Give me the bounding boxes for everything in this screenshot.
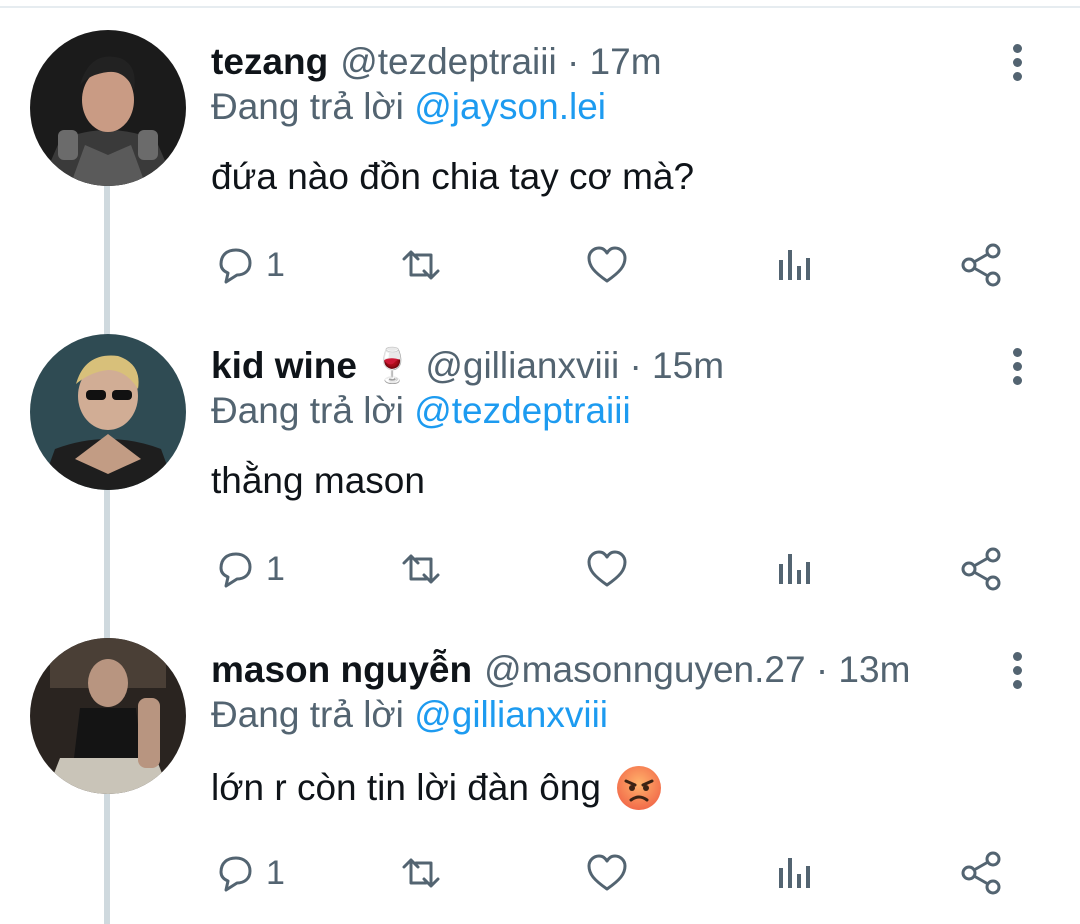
tweet-text-content: lớn r còn tin lời đàn ông — [211, 767, 601, 808]
views-button[interactable] — [772, 544, 818, 594]
share-button[interactable] — [958, 848, 1004, 898]
replying-prefix: Đang trả lời — [211, 86, 415, 127]
heart-icon — [587, 550, 627, 587]
reply-mention-link[interactable]: @gillianxviii — [414, 694, 608, 735]
tweet-header: mason nguyễn @masonnguyen.27 · 13m — [211, 646, 910, 694]
action-bar: 1 — [0, 544, 1080, 594]
share-icon — [961, 851, 1001, 895]
share-icon — [961, 547, 1001, 591]
tweet-header: kid wine 🍷 @gillianxviii · 15m — [211, 342, 724, 390]
reply-count: 1 — [266, 853, 285, 892]
reply-icon — [219, 856, 252, 892]
share-button[interactable] — [958, 240, 1004, 290]
analytics-icon — [779, 858, 810, 888]
heart-icon — [587, 246, 627, 283]
tweet-text: đứa nào đồn chia tay cơ mà? — [211, 156, 694, 198]
avatar[interactable] — [30, 30, 186, 186]
replying-prefix: Đang trả lời — [211, 694, 415, 735]
views-button[interactable] — [772, 240, 818, 290]
tweet-header: tezang @tezdeptraiii · 17m — [211, 38, 662, 86]
reply-button[interactable]: 1 — [212, 848, 285, 898]
handle-and-time[interactable]: @gillianxviii · 15m — [425, 345, 724, 387]
tweet[interactable]: kid wine 🍷 @gillianxviii · 15m Đang trả … — [0, 304, 1080, 604]
avatar[interactable] — [30, 334, 186, 490]
display-name[interactable]: kid wine — [211, 345, 357, 387]
tweet-text: lớn r còn tin lời đàn ông — [211, 764, 663, 812]
display-name[interactable]: tezang — [211, 41, 328, 83]
avatar[interactable] — [30, 638, 186, 794]
analytics-icon — [779, 554, 810, 584]
handle-and-time[interactable]: @tezdeptraiii · 17m — [340, 41, 661, 83]
retweet-icon — [402, 554, 440, 584]
tweet-text: thằng mason — [211, 460, 425, 502]
like-button[interactable] — [584, 544, 630, 594]
retweet-button[interactable] — [398, 848, 444, 898]
tweet-text-content: đứa nào đồn chia tay cơ mà? — [211, 156, 695, 197]
retweet-icon — [402, 858, 440, 888]
more-options-icon[interactable] — [1000, 342, 1034, 390]
analytics-icon — [779, 250, 810, 280]
share-icon — [961, 243, 1001, 287]
display-name[interactable]: mason nguyễn — [211, 649, 472, 691]
wine-glass-emoji: 🍷 — [370, 347, 414, 385]
heart-icon — [587, 854, 627, 891]
replying-prefix: Đang trả lời — [211, 390, 415, 431]
retweet-button[interactable] — [398, 240, 444, 290]
like-button[interactable] — [584, 848, 630, 898]
tweet[interactable]: mason nguyễn @masonnguyen.27 · 13m Đang … — [0, 608, 1080, 908]
action-bar: 1 — [0, 848, 1080, 898]
reply-button[interactable]: 1 — [212, 544, 285, 594]
reply-count: 1 — [266, 549, 285, 588]
replying-to: Đang trả lời @jayson.lei — [211, 86, 606, 128]
reply-mention-link[interactable]: @jayson.lei — [414, 86, 606, 127]
reply-mention-link[interactable]: @tezdeptraiii — [414, 390, 631, 431]
replying-to: Đang trả lời @tezdeptraiii — [211, 390, 631, 432]
action-bar: 1 — [0, 240, 1080, 290]
handle-and-time[interactable]: @masonnguyen.27 · 13m — [484, 649, 910, 691]
retweet-icon — [402, 250, 440, 280]
like-button[interactable] — [584, 240, 630, 290]
more-options-icon[interactable] — [1000, 646, 1034, 694]
reply-count: 1 — [266, 245, 285, 284]
reply-icon — [219, 552, 252, 588]
tweet[interactable]: tezang @tezdeptraiii · 17m Đang trả lời … — [0, 0, 1080, 300]
reply-button[interactable]: 1 — [212, 240, 285, 290]
more-options-icon[interactable] — [1000, 38, 1034, 86]
retweet-button[interactable] — [398, 544, 444, 594]
views-button[interactable] — [772, 848, 818, 898]
tweet-text-content: thằng mason — [211, 460, 425, 501]
reply-icon — [219, 248, 252, 284]
replying-to: Đang trả lời @gillianxviii — [211, 694, 608, 736]
angry-face-emoji-icon — [616, 766, 661, 810]
share-button[interactable] — [958, 544, 1004, 594]
